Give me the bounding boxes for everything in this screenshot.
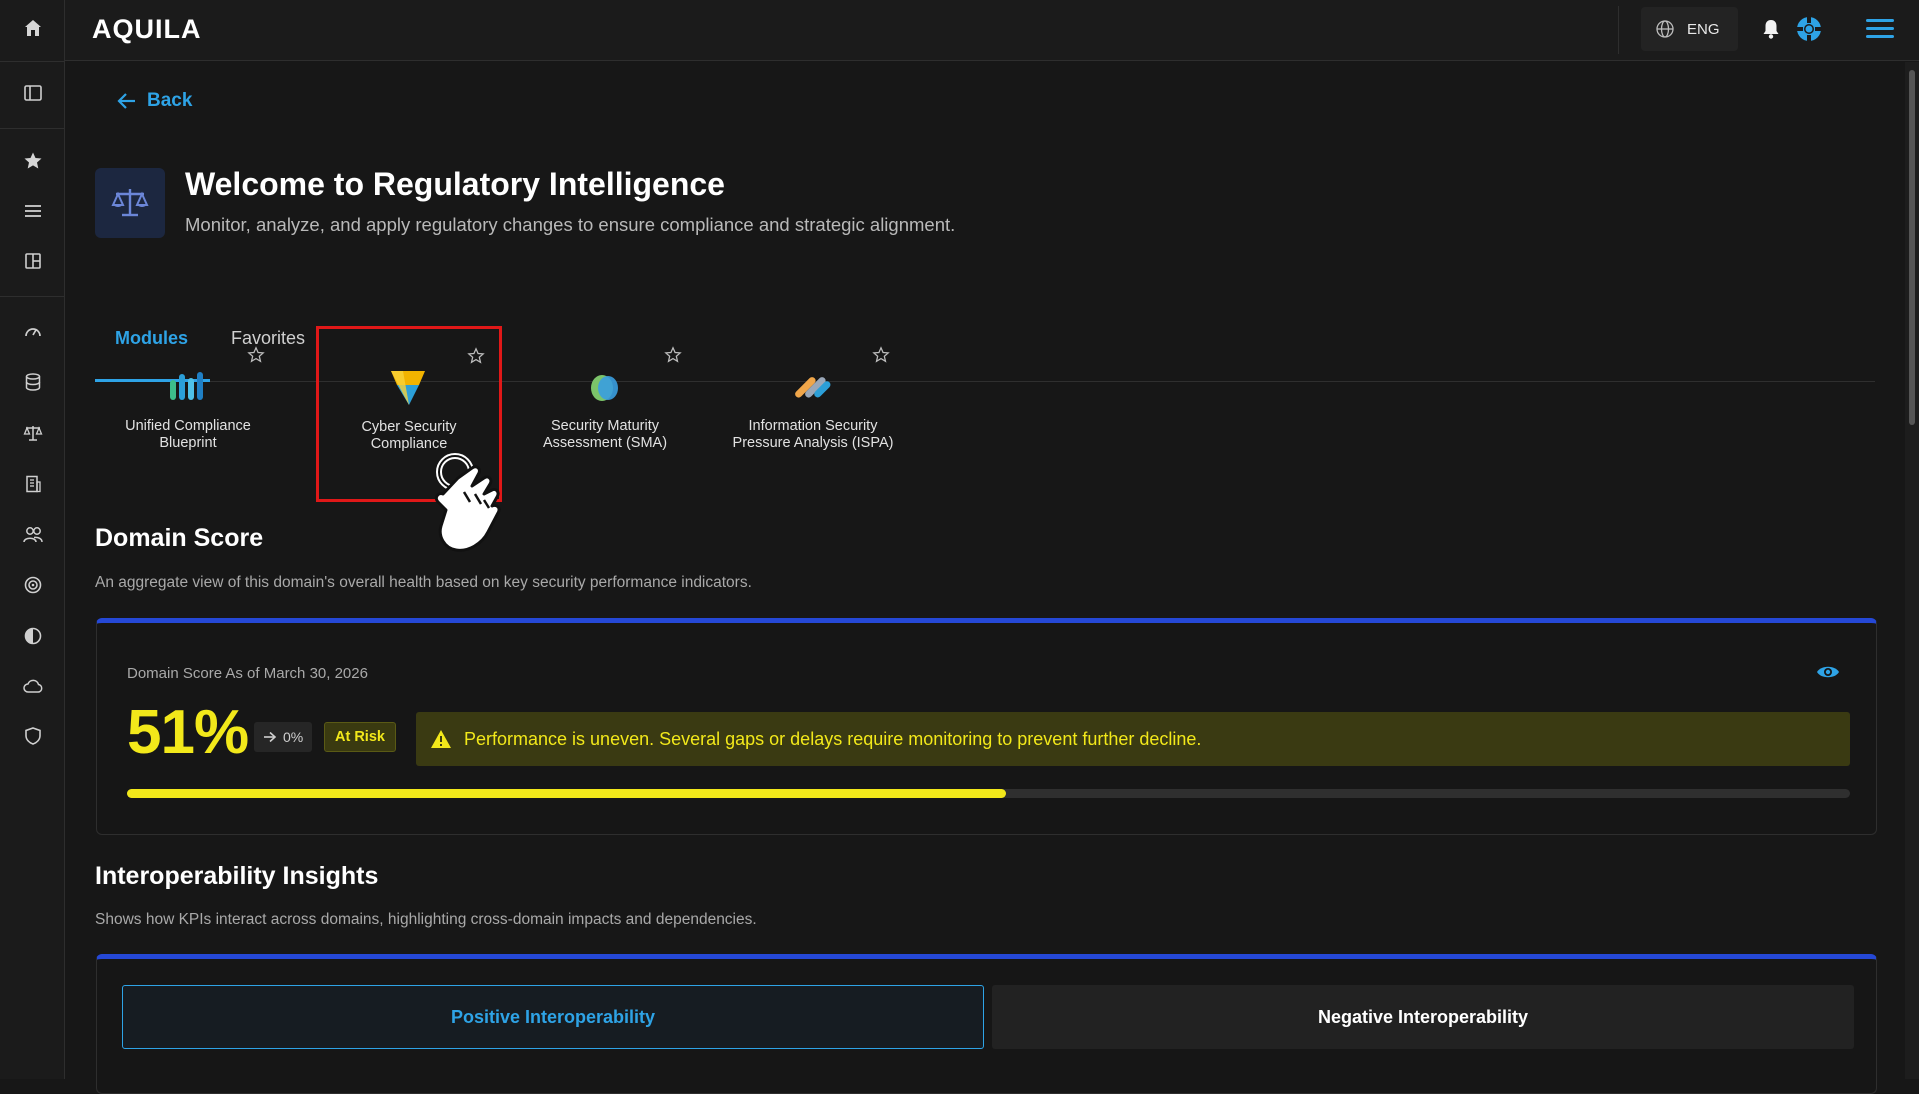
scrollbar-thumb[interactable] xyxy=(1909,70,1915,425)
building-icon[interactable] xyxy=(20,471,46,497)
dashboard-grid-icon[interactable] xyxy=(20,248,46,274)
language-label: ENG xyxy=(1687,20,1720,38)
alert-banner: Performance is uneven. Several gaps or d… xyxy=(416,712,1850,766)
arrow-right-icon xyxy=(263,731,277,743)
speedometer-icon[interactable] xyxy=(20,318,46,344)
favorite-star-icon[interactable] xyxy=(664,346,682,364)
users-icon[interactable] xyxy=(20,522,46,548)
tab-positive-interoperability[interactable]: Positive Interoperability xyxy=(122,985,984,1049)
shield-v-icon xyxy=(383,367,433,409)
scales-icon[interactable] xyxy=(20,420,46,446)
score-value: 51% xyxy=(127,698,249,767)
top-bar-divider xyxy=(1618,6,1619,54)
warning-triangle-icon xyxy=(430,729,452,749)
help-lifebuoy-icon[interactable] xyxy=(1795,15,1823,43)
module-card-unified-compliance[interactable]: Unified Compliance Blueprint xyxy=(97,328,279,498)
shield-icon[interactable] xyxy=(20,723,46,749)
module-label: Unified Compliance Blueprint xyxy=(125,418,251,451)
status-badge: At Risk xyxy=(324,722,396,752)
hand-pointer-cursor-icon xyxy=(428,448,558,566)
arrow-left-icon xyxy=(117,92,137,110)
score-progress-fill xyxy=(127,789,1006,798)
regulatory-scales-icon xyxy=(95,168,165,238)
leaf-icon xyxy=(580,366,630,408)
interop-card: Positive Interoperability Negative Inter… xyxy=(96,954,1877,1094)
target-icon[interactable] xyxy=(20,572,46,598)
star-icon[interactable] xyxy=(20,148,46,174)
hamburger-menu-icon[interactable] xyxy=(1866,16,1894,40)
language-selector[interactable]: ENG xyxy=(1641,7,1738,51)
half-circle-icon[interactable] xyxy=(20,623,46,649)
cloud-icon[interactable] xyxy=(20,673,46,699)
back-link[interactable]: Back xyxy=(117,90,192,112)
interop-description: Shows how KPIs interact across domains, … xyxy=(95,911,757,928)
favorite-star-icon[interactable] xyxy=(467,347,485,365)
home-icon[interactable] xyxy=(20,15,46,41)
alert-message: Performance is uneven. Several gaps or d… xyxy=(464,728,1202,749)
trend-chip: 0% xyxy=(254,722,313,752)
domain-score-card: Domain Score As of March 30, 2026 51% 0%… xyxy=(96,618,1877,835)
back-label: Back xyxy=(147,90,193,111)
score-progress-bar xyxy=(127,789,1850,798)
score-date: Domain Score As of March 30, 2026 xyxy=(127,665,368,682)
sidebar xyxy=(0,0,65,1079)
module-label: Information Security Pressure Analysis (… xyxy=(732,418,894,451)
page-subtitle: Monitor, analyze, and apply regulatory c… xyxy=(185,214,956,235)
bell-icon[interactable] xyxy=(1761,18,1781,40)
database-icon[interactable] xyxy=(20,369,46,395)
module-label: Security Maturity Assessment (SMA) xyxy=(542,418,668,451)
favorite-star-icon[interactable] xyxy=(247,346,265,364)
tab-negative-interoperability[interactable]: Negative Interoperability xyxy=(992,985,1854,1049)
module-card-information-security-pressure[interactable]: Information Security Pressure Analysis (… xyxy=(722,328,904,498)
interop-title: Interoperability Insights xyxy=(95,862,379,890)
vertical-scrollbar[interactable] xyxy=(1905,62,1919,1079)
main-content: Back Welcome to Regulatory Intelligence … xyxy=(65,62,1905,1094)
favorite-star-icon[interactable] xyxy=(872,346,890,364)
trend-value: 0% xyxy=(283,729,304,745)
domain-score-title: Domain Score xyxy=(95,524,264,552)
slashes-icon xyxy=(788,366,838,408)
menu-list-icon[interactable] xyxy=(20,198,46,224)
domain-score-description: An aggregate view of this domain's overa… xyxy=(95,574,752,591)
panel-toggle-icon[interactable] xyxy=(20,80,46,106)
app-logo[interactable]: AQUILA xyxy=(92,14,202,45)
bars-chart-icon xyxy=(163,366,213,408)
globe-icon xyxy=(1655,19,1675,39)
eye-icon[interactable] xyxy=(1816,663,1840,681)
top-bar: AQUILA ENG xyxy=(65,0,1919,61)
page-title: Welcome to Regulatory Intelligence xyxy=(185,166,725,202)
